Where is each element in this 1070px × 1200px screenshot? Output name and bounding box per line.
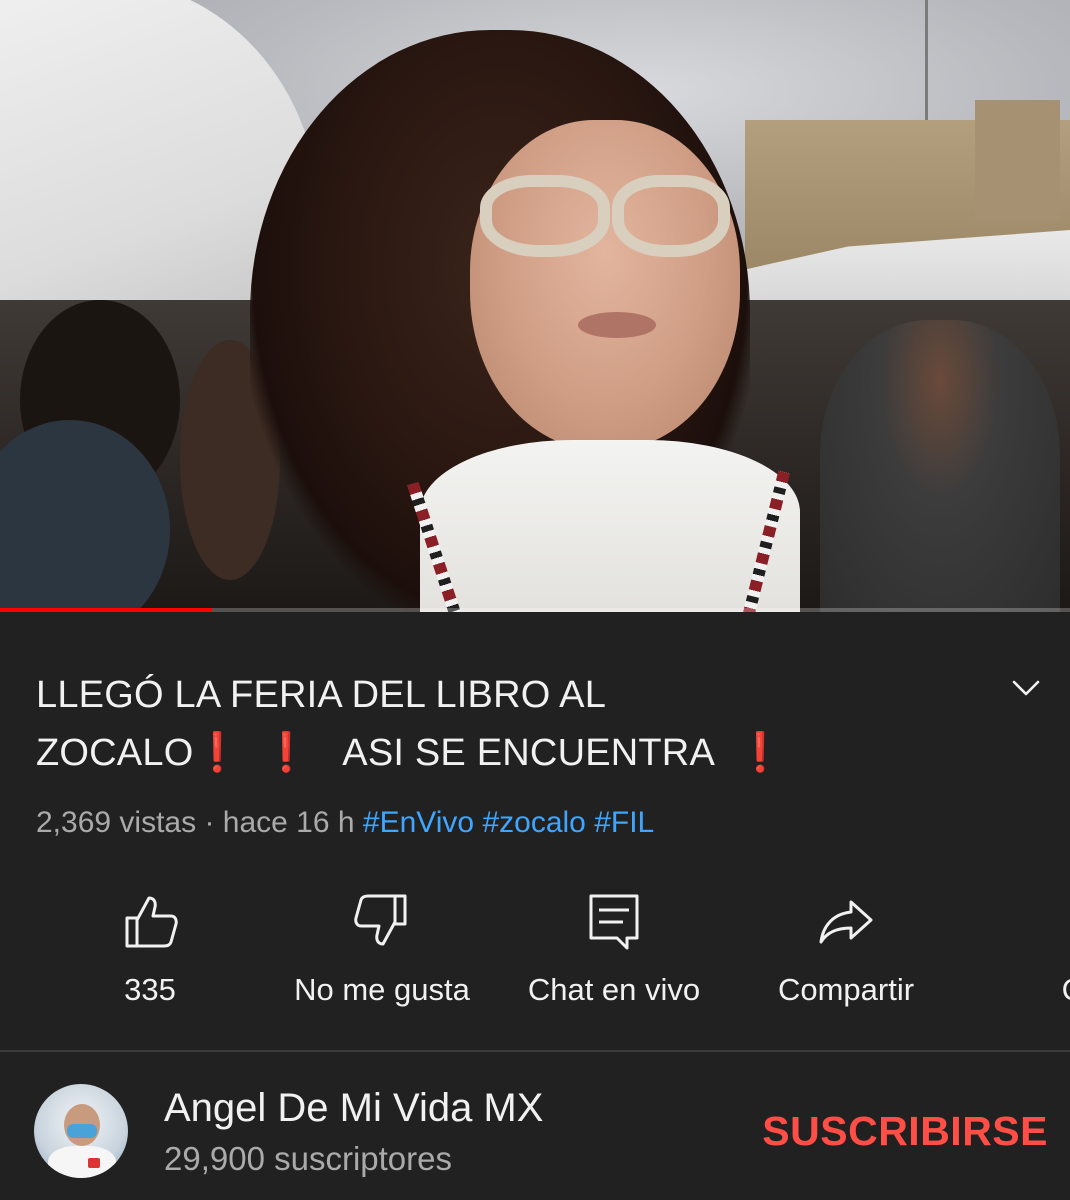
video-glasses-right (612, 175, 730, 257)
live-chat-label: Chat en vivo (527, 972, 701, 1007)
video-face (470, 120, 740, 450)
hashtag-link[interactable]: #EnVivo (363, 806, 474, 839)
avatar-body (48, 1146, 116, 1178)
exclamation-icon: ❗ (262, 732, 310, 774)
video-person-right (820, 320, 1060, 612)
chevron-down-icon[interactable] (1010, 676, 1042, 700)
dislike-button[interactable]: No me gusta (272, 890, 492, 1008)
like-count: 335 (124, 972, 176, 1007)
hashtag-link[interactable]: #FIL (594, 806, 654, 839)
title-text-line1: LLEGÓ LA FERIA DEL LIBRO AL (36, 674, 607, 716)
channel-name[interactable]: Angel De Mi Vida MX (164, 1086, 543, 1131)
meta-separator: · (204, 806, 215, 839)
share-button[interactable]: Compartir (736, 890, 956, 1008)
video-glasses-left (480, 175, 610, 257)
hashtag-link[interactable]: #zocalo (482, 806, 585, 839)
exclamation-icon: ❗ (193, 732, 241, 774)
title-text-line2b: ASI SE ENCUENTRA (342, 732, 715, 774)
thumbs-up-icon (125, 896, 178, 948)
subscriber-count: 29,900 suscriptores (164, 1140, 452, 1177)
exclamation-icon: ❗ (736, 732, 785, 774)
subscribe-button[interactable]: SUSCRIBIRSE (762, 1108, 1048, 1155)
video-shirt (420, 440, 800, 612)
video-meta: 2,369 vistas · hace 16 h #EnVivo #zocalo… (36, 806, 654, 840)
thumbs-down-icon (354, 894, 407, 946)
video-progress-bar[interactable] (0, 608, 1070, 612)
video-lips (578, 312, 656, 338)
channel-avatar[interactable] (34, 1084, 128, 1178)
share-label: Compartir (777, 972, 915, 1007)
create-clip-icon (1047, 890, 1070, 952)
action-bar: 335 No me gusta Chat en vivo Compartir C… (0, 890, 1070, 1020)
share-icon (819, 900, 873, 944)
create-clip-label: Cr (968, 972, 1070, 1008)
create-clip-button[interactable]: Cr (968, 890, 1070, 1008)
like-button[interactable]: 335 (40, 890, 260, 1008)
video-palace-tower (975, 100, 1060, 220)
avatar-logo (88, 1158, 100, 1168)
upload-time: hace 16 h (222, 806, 355, 839)
video-title[interactable]: LLEGÓ LA FERIA DEL LIBRO AL ZOCALO❗ ❗ AS… (36, 666, 936, 782)
live-chat-icon (589, 894, 639, 950)
section-divider (0, 1050, 1070, 1052)
video-player[interactable] (0, 0, 1070, 612)
live-chat-button[interactable]: Chat en vivo (504, 890, 724, 1008)
title-text-line2a: ZOCALO (36, 732, 194, 774)
dislike-label: No me gusta (294, 972, 470, 1007)
video-progress-fill (0, 608, 212, 612)
view-count: 2,369 vistas (36, 806, 197, 839)
avatar-mask (67, 1124, 97, 1138)
